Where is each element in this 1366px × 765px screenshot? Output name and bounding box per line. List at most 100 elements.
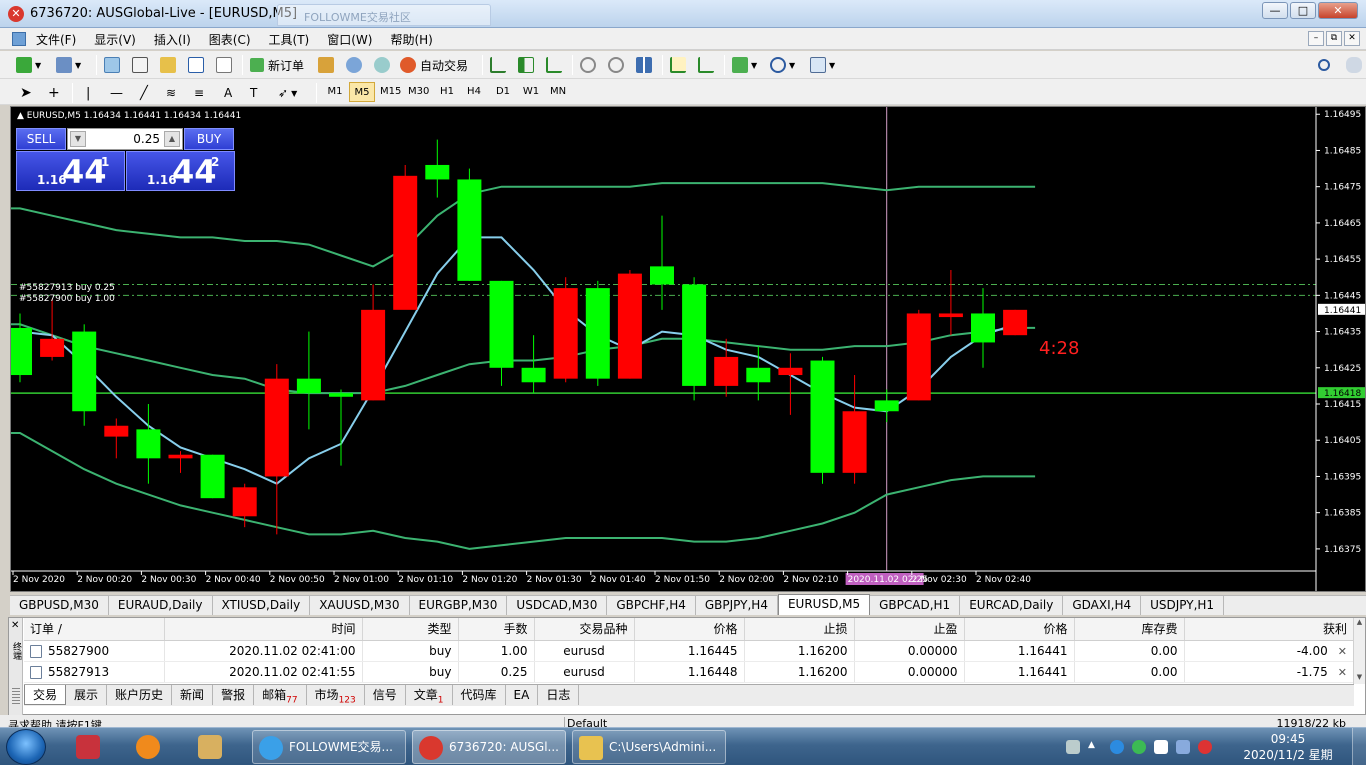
chart-tab-usdcad-m30[interactable]: USDCAD,M30 — [507, 596, 608, 615]
signals-icon[interactable] — [346, 57, 362, 73]
chevron-down-icon[interactable]: ▼ — [829, 61, 835, 70]
menu-tools[interactable]: 工具(T) — [269, 31, 310, 48]
market-icon[interactable] — [374, 57, 390, 73]
crosshair-move-icon[interactable] — [132, 57, 148, 73]
scroll-down-icon[interactable]: ▼ — [1354, 673, 1365, 684]
chart-tab-gdaxi-h4[interactable]: GDAXI,H4 — [1063, 596, 1142, 615]
chart-close-button[interactable]: ✕ — [1344, 31, 1360, 46]
fibonacci-icon[interactable]: ≡ — [194, 86, 204, 100]
timeframe-m30[interactable]: M30 — [405, 82, 432, 102]
chart-shift-icon[interactable] — [698, 57, 714, 73]
cursor-arrow-icon[interactable]: ➤ — [20, 85, 32, 101]
chevron-down-icon[interactable]: ▼ — [291, 89, 297, 98]
timeframe-w1[interactable]: W1 — [518, 82, 544, 102]
timeframe-h1[interactable]: H1 — [434, 82, 460, 102]
chevron-down-icon[interactable]: ▼ — [35, 61, 41, 70]
chevron-down-icon[interactable]: ▼ — [751, 61, 757, 70]
chart-tab-eurgbp-m30[interactable]: EURGBP,M30 — [410, 596, 508, 615]
chevron-down-icon[interactable]: ▼ — [75, 61, 81, 70]
taskbar-pin-calculator[interactable] — [62, 730, 114, 764]
chart-tab-eurcad-daily[interactable]: EURCAD,Daily — [960, 596, 1064, 615]
chart-tab-xauusd-m30[interactable]: XAUUSD,M30 — [310, 596, 410, 615]
column-header[interactable]: 交易品种 — [534, 618, 635, 641]
taskbar-window-metatrader[interactable]: 6736720: AUSGl... — [412, 730, 566, 764]
tab-mailbox[interactable]: 邮箱77 — [254, 685, 307, 705]
tile-windows-icon[interactable] — [636, 57, 652, 73]
metaeditor-icon[interactable] — [318, 57, 334, 73]
trendline-icon[interactable]: ╱ — [140, 86, 148, 101]
strategy-tester-icon[interactable] — [216, 57, 232, 73]
templates-icon[interactable] — [810, 57, 826, 73]
scroll-up-icon[interactable]: ▲ — [1354, 618, 1365, 629]
tab-journal[interactable]: 日志 — [538, 685, 580, 705]
zoom-out-icon[interactable] — [608, 57, 624, 73]
column-header[interactable]: 获利 — [1184, 618, 1354, 641]
tab-exposure[interactable]: 展示 — [66, 685, 108, 705]
column-header[interactable]: 订单 / — [24, 618, 165, 641]
timeframe-m1[interactable]: M1 — [322, 82, 348, 102]
orders-scrollbar[interactable]: ▲ ▼ — [1353, 618, 1365, 684]
buy-price-display[interactable]: 1.16 44 2 — [126, 151, 235, 191]
usb-icon[interactable] — [1154, 740, 1168, 754]
network-icon[interactable] — [1176, 740, 1190, 754]
chart-tab-eurusd-m5[interactable]: EURUSD,M5 — [777, 594, 871, 615]
lot-size-input[interactable]: ▼ 0.25 ▲ — [67, 128, 183, 150]
tab-news[interactable]: 新闻 — [172, 685, 214, 705]
drag-grip-icon[interactable] — [12, 688, 20, 706]
menu-charts[interactable]: 图表(C) — [209, 31, 251, 48]
taskbar-clock[interactable]: 09:45 2020/11/2 星期一 — [1238, 731, 1338, 765]
taskbar-window-explorer[interactable]: C:\Users\Admini... — [572, 730, 726, 764]
indicators-icon[interactable] — [732, 57, 748, 73]
timeframe-m5[interactable]: M5 — [349, 82, 375, 102]
periods-clock-icon[interactable] — [770, 57, 786, 73]
navigator-icon[interactable] — [160, 57, 176, 73]
menu-help[interactable]: 帮助(H) — [390, 31, 432, 48]
close-position-icon[interactable]: ✕ — [1338, 666, 1347, 679]
taskbar-pin-archive[interactable] — [184, 730, 236, 764]
chart-tab-gbpusd-m30[interactable]: GBPUSD,M30 — [10, 596, 109, 615]
horizontal-line-icon[interactable]: — — [110, 86, 123, 101]
tab-account-history[interactable]: 账户历史 — [107, 685, 173, 705]
wechat-icon[interactable] — [1132, 740, 1146, 754]
tab-articles[interactable]: 文章1 — [406, 685, 453, 705]
column-header[interactable]: 止损 — [744, 618, 855, 641]
column-header[interactable]: 价格 — [964, 618, 1075, 641]
chart-restore-button[interactable]: ⧉ — [1326, 31, 1342, 46]
text-tool-icon[interactable]: A — [224, 86, 232, 100]
taskbar-pin-app[interactable] — [122, 730, 174, 764]
minimize-button[interactable]: — — [1262, 2, 1288, 19]
arrows-tool-icon[interactable]: ➶ — [278, 86, 288, 100]
new-chart-icon[interactable] — [16, 57, 32, 73]
chart-minimize-button[interactable]: – — [1308, 31, 1324, 46]
column-header[interactable]: 类型 — [362, 618, 459, 641]
tray-expand-icon[interactable]: ▲ — [1088, 740, 1102, 754]
lot-size-value[interactable]: 0.25 — [133, 132, 160, 146]
column-header[interactable]: 价格 — [634, 618, 745, 641]
chart-tab-euraud-daily[interactable]: EURAUD,Daily — [109, 596, 213, 615]
text-label-icon[interactable]: T — [250, 86, 257, 100]
chevron-down-icon[interactable]: ▼ — [789, 61, 795, 70]
tab-alerts[interactable]: 警报 — [213, 685, 255, 705]
vertical-line-icon[interactable]: | — [86, 86, 90, 101]
timeframe-h4[interactable]: H4 — [461, 82, 487, 102]
timeframe-mn[interactable]: MN — [545, 82, 571, 102]
chart-tab-gbpjpy-h4[interactable]: GBPJPY,H4 — [696, 596, 778, 615]
search-icon[interactable] — [1318, 59, 1330, 71]
maximize-button[interactable]: □ — [1290, 2, 1316, 19]
chart-tab-gbpchf-h4[interactable]: GBPCHF,H4 — [607, 596, 696, 615]
column-header[interactable]: 手数 — [458, 618, 535, 641]
table-row[interactable]: 55827913 2020.11.02 02:41:55 buy 0.25 eu… — [24, 661, 1354, 683]
lot-decrease-icon[interactable]: ▼ — [70, 131, 86, 147]
auto-trading-button[interactable]: 自动交易 — [400, 54, 468, 76]
menu-window[interactable]: 窗口(W) — [327, 31, 372, 48]
taskbar-window-followme[interactable]: FOLLOWME交易... — [252, 730, 406, 764]
close-button[interactable]: ✕ — [1318, 2, 1358, 19]
candlestick-chart-icon[interactable] — [518, 57, 534, 73]
tab-market[interactable]: 市场123 — [307, 685, 365, 705]
column-header[interactable]: 时间 — [164, 618, 363, 641]
show-desktop-button[interactable] — [1352, 728, 1366, 765]
order-line-label[interactable]: #55827913 buy 0.25 — [19, 283, 115, 293]
market-watch-icon[interactable] — [104, 57, 120, 73]
tab-code-base[interactable]: 代码库 — [453, 685, 506, 705]
line-chart-icon[interactable] — [546, 57, 562, 73]
